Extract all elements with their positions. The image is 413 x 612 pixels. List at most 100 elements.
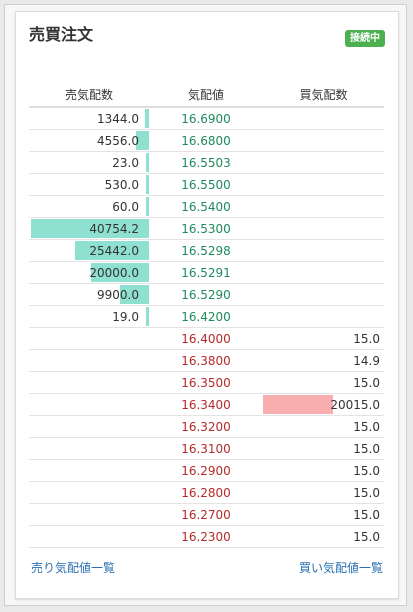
table-row: 16.2700 15.0 — [29, 504, 384, 526]
ask-qty-cell — [29, 372, 149, 393]
bid-qty-cell: 15.0 — [263, 328, 384, 349]
column-header-price: 気配値 — [187, 88, 224, 102]
bid-qty-cell — [263, 108, 384, 129]
price-value: 16.3800 — [181, 354, 231, 368]
ask-qty-value: 9900.0 — [97, 288, 139, 302]
ask-qty-value: 60.0 — [112, 200, 139, 214]
table-row: 16.3200 15.0 — [29, 416, 384, 438]
ask-qty-value: 19.0 — [112, 310, 139, 324]
bid-qty-cell — [263, 306, 384, 327]
ask-qty-value: 4556.0 — [97, 134, 139, 148]
ask-qty-value: 40754.2 — [89, 222, 139, 236]
price-value: 16.5291 — [181, 266, 231, 280]
ask-qty-cell: 4556.0 — [29, 130, 149, 151]
bid-qty-value: 20015.0 — [330, 398, 380, 412]
price-value: 16.5300 — [181, 222, 231, 236]
buy-quote-list-link[interactable]: 買い気配値一覧 — [299, 559, 383, 576]
ask-qty-cell: 23.0 — [29, 152, 149, 173]
order-book-panel: 売買注文 接続中 売気配数 気配値 買気配数 1344.0 16.6900 4556… — [15, 11, 399, 599]
table-row: 19.0 16.4200 — [29, 306, 384, 328]
bid-qty-cell: 15.0 — [263, 482, 384, 503]
ask-qty-cell — [29, 350, 149, 371]
bid-qty-cell — [263, 130, 384, 151]
ask-qty-cell: 530.0 — [29, 174, 149, 195]
ask-qty-value: 530.0 — [104, 178, 139, 192]
table-row: 23.0 16.5503 — [29, 152, 384, 174]
bid-qty-cell — [263, 218, 384, 239]
table-row: 40754.2 16.5300 — [29, 218, 384, 240]
bid-qty-cell: 15.0 — [263, 526, 384, 547]
table-row: 20000.0 16.5291 — [29, 262, 384, 284]
bid-qty-cell: 20015.0 — [263, 394, 384, 415]
ask-qty-value: 25442.0 — [89, 244, 139, 258]
ask-qty-cell: 9900.0 — [29, 284, 149, 305]
connection-status-badge: 接続中 — [345, 30, 385, 47]
sell-quote-list-link[interactable]: 売り気配値一覧 — [31, 559, 115, 576]
price-value: 16.5500 — [181, 178, 231, 192]
price-value: 16.5400 — [181, 200, 231, 214]
ask-qty-cell: 25442.0 — [29, 240, 149, 261]
ask-qty-value: 20000.0 — [89, 266, 139, 280]
price-value: 16.5298 — [181, 244, 231, 258]
column-header-bid-qty: 買気配数 — [299, 88, 348, 102]
bid-qty-cell — [263, 174, 384, 195]
bid-qty-value: 15.0 — [353, 376, 380, 390]
ask-qty-cell — [29, 416, 149, 437]
table-row: 1344.0 16.6900 — [29, 108, 384, 130]
bid-qty-cell — [263, 196, 384, 217]
table-row: 9900.0 16.5290 — [29, 284, 384, 306]
table-row: 16.3400 20015.0 — [29, 394, 384, 416]
column-header-ask-qty: 売気配数 — [64, 88, 113, 102]
bid-qty-cell: 15.0 — [263, 416, 384, 437]
ask-qty-cell — [29, 460, 149, 481]
price-value: 16.2300 — [181, 530, 231, 544]
price-value: 16.3100 — [181, 442, 231, 456]
table-row: 16.2300 15.0 — [29, 526, 384, 548]
table-row: 16.2800 15.0 — [29, 482, 384, 504]
ask-qty-value: 1344.0 — [97, 112, 139, 126]
price-value: 16.6800 — [181, 134, 231, 148]
price-value: 16.6900 — [181, 112, 231, 126]
bid-qty-value: 15.0 — [353, 530, 380, 544]
ask-qty-cell — [29, 526, 149, 547]
bid-qty-value: 15.0 — [353, 442, 380, 456]
panel-title: 売買注文 — [29, 25, 94, 44]
ask-qty-cell: 60.0 — [29, 196, 149, 217]
ask-qty-cell: 1344.0 — [29, 108, 149, 129]
bid-qty-value: 15.0 — [353, 464, 380, 478]
ask-qty-cell — [29, 394, 149, 415]
table-header: 売気配数 気配値 買気配数 — [29, 82, 384, 108]
ask-qty-cell — [29, 438, 149, 459]
bid-qty-cell: 15.0 — [263, 460, 384, 481]
ask-qty-cell — [29, 328, 149, 349]
table-row: 60.0 16.5400 — [29, 196, 384, 218]
order-book-rows: 1344.0 16.6900 4556.0 16.6800 23.0 16.5503 530… — [29, 108, 384, 548]
price-value: 16.5503 — [181, 156, 231, 170]
bid-qty-value: 14.9 — [353, 354, 380, 368]
bid-qty-cell: 15.0 — [263, 504, 384, 525]
bid-qty-value: 15.0 — [353, 486, 380, 500]
bid-qty-cell — [263, 262, 384, 283]
price-value: 16.3500 — [181, 376, 231, 390]
bid-qty-value: 15.0 — [353, 420, 380, 434]
order-book-table: 売気配数 気配値 買気配数 1344.0 16.6900 4556.0 16.6800… — [29, 82, 384, 548]
ask-qty-cell: 40754.2 — [29, 218, 149, 239]
price-value: 16.2700 — [181, 508, 231, 522]
bid-qty-cell — [263, 284, 384, 305]
table-row: 530.0 16.5500 — [29, 174, 384, 196]
bid-qty-cell: 14.9 — [263, 350, 384, 371]
ask-qty-value: 23.0 — [112, 156, 139, 170]
price-value: 16.4200 — [181, 310, 231, 324]
ask-qty-cell — [29, 482, 149, 503]
bid-qty-cell — [263, 152, 384, 173]
table-row: 16.2900 15.0 — [29, 460, 384, 482]
bid-qty-cell: 15.0 — [263, 372, 384, 393]
table-row: 16.3100 15.0 — [29, 438, 384, 460]
table-row: 16.3500 15.0 — [29, 372, 384, 394]
table-row: 16.4000 15.0 — [29, 328, 384, 350]
bid-qty-cell — [263, 240, 384, 261]
ask-qty-cell: 19.0 — [29, 306, 149, 327]
bid-qty-cell: 15.0 — [263, 438, 384, 459]
bid-qty-value: 15.0 — [353, 508, 380, 522]
price-value: 16.3200 — [181, 420, 231, 434]
